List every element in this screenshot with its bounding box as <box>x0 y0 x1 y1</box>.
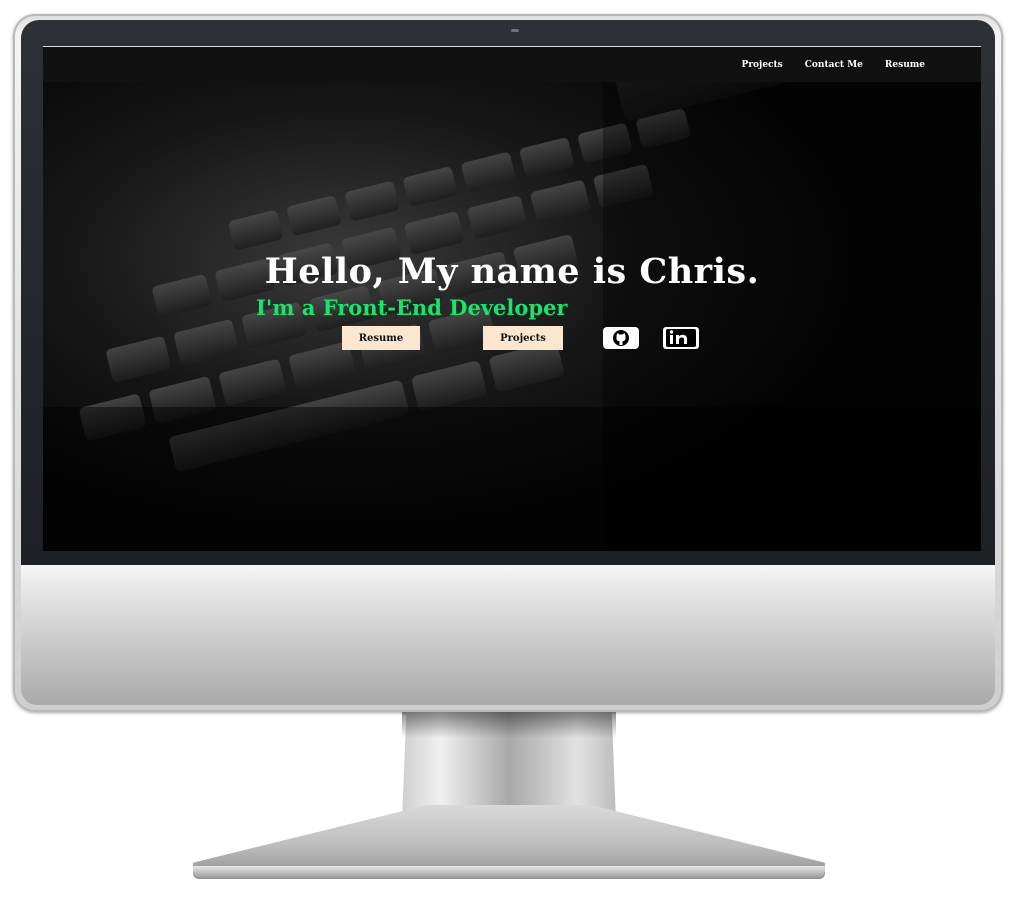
nav-link-contact-me[interactable]: Contact Me <box>805 60 863 70</box>
camera-icon <box>511 29 519 32</box>
projects-button[interactable]: Projects <box>483 326 563 350</box>
github-icon[interactable] <box>603 327 639 349</box>
nav-links: Projects Contact Me Resume <box>742 60 925 70</box>
monitor-chin <box>21 565 995 705</box>
screen: Projects Contact Me Resume Hello, My nam… <box>43 46 981 551</box>
nav-link-resume[interactable]: Resume <box>885 60 925 70</box>
nav-link-projects[interactable]: Projects <box>742 60 783 70</box>
hero-subtitle: I'm a Front-End Developer <box>256 295 568 320</box>
hero-title: Hello, My name is Chris. <box>264 251 760 292</box>
stand-base-edge <box>193 866 825 878</box>
navbar: Projects Contact Me Resume <box>43 47 981 82</box>
resume-button[interactable]: Resume <box>342 326 420 350</box>
stand-shadow <box>402 712 616 738</box>
linkedin-icon[interactable] <box>663 327 699 349</box>
